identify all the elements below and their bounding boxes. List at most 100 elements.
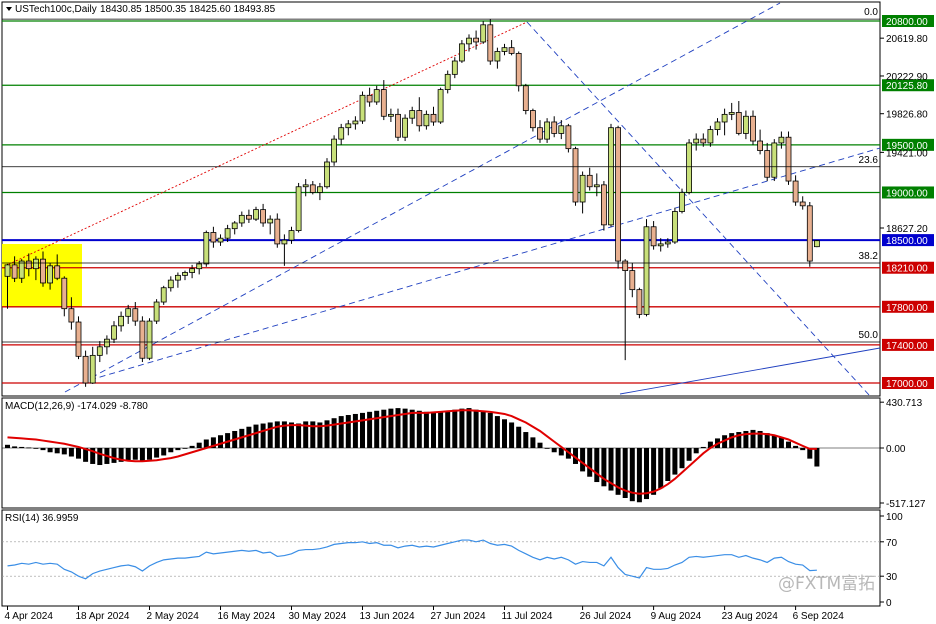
macd-axis-label: 0.00 xyxy=(886,444,906,455)
macd-histogram-bar xyxy=(147,448,152,460)
candle-body xyxy=(515,52,522,87)
macd-histogram-bar xyxy=(658,448,664,489)
trading-chart[interactable]: 20800.0020125.8019500.0019000.0018500.00… xyxy=(0,0,936,624)
date-axis-label: 6 Sep 2024 xyxy=(793,611,845,622)
candle-body xyxy=(274,218,281,245)
candle-body xyxy=(551,121,558,134)
macd-histogram-bar xyxy=(800,448,806,451)
macd-histogram-bar xyxy=(487,412,493,448)
fib-level-label: 50.0 xyxy=(859,330,879,341)
candle-body xyxy=(89,354,96,384)
macd-histogram-bar xyxy=(139,448,145,461)
macd-histogram-bar xyxy=(296,423,302,448)
candle-body xyxy=(487,24,494,62)
date-axis-label: 11 Jul 2024 xyxy=(502,611,553,622)
price-axis-label: 20222.90 xyxy=(886,72,928,83)
macd-histogram-bar xyxy=(388,408,394,448)
candle-body xyxy=(700,138,707,144)
price-level-label: 20800.00 xyxy=(886,17,928,28)
candle-body xyxy=(118,315,124,327)
macd-histogram-bar xyxy=(360,412,365,448)
candle-body xyxy=(380,89,387,117)
candle-body xyxy=(771,142,778,178)
candle-body xyxy=(721,113,728,123)
candle-body xyxy=(104,338,110,348)
candle-body xyxy=(672,211,678,243)
candle-body xyxy=(402,117,409,138)
price-level-label: 18210.00 xyxy=(886,264,928,275)
date-axis-label: 18 Apr 2024 xyxy=(76,611,130,622)
candle-body xyxy=(629,270,636,291)
date-axis-label: 4 Apr 2024 xyxy=(5,611,54,622)
price-panel xyxy=(1,1,881,397)
candle-body xyxy=(764,150,771,178)
price-axis-label: 19421.00 xyxy=(886,148,928,159)
macd-histogram-bar xyxy=(267,422,273,448)
candle-body xyxy=(444,73,451,90)
candle-body xyxy=(366,94,373,103)
candle-body xyxy=(316,186,323,193)
macd-histogram-bar xyxy=(168,448,174,453)
candle-body xyxy=(778,136,785,144)
watermark-logo: @FXTM富拓 xyxy=(778,574,875,594)
candle-body xyxy=(253,209,259,220)
macd-histogram-bar xyxy=(196,442,202,448)
date-axis-label: 30 May 2024 xyxy=(289,611,347,622)
macd-histogram-bar xyxy=(679,448,685,469)
candle-body xyxy=(111,325,117,340)
candle-body xyxy=(572,148,579,203)
candle-body xyxy=(416,110,423,127)
macd-histogram-bar xyxy=(473,409,479,448)
candle-body xyxy=(579,174,586,203)
macd-histogram-bar xyxy=(480,410,486,448)
macd-histogram-bar xyxy=(672,448,678,475)
candle-body xyxy=(160,287,167,303)
macd-histogram-bar xyxy=(793,445,799,448)
macd-histogram-bar xyxy=(516,426,522,448)
candle-body xyxy=(437,89,444,123)
macd-histogram-bar xyxy=(189,445,195,448)
macd-histogram-bar xyxy=(502,419,507,448)
macd-title: MACD(12,26,9) -174.029 -8.780 xyxy=(5,401,148,412)
candle-body xyxy=(799,201,806,207)
macd-histogram-bar xyxy=(352,413,358,448)
macd-histogram-bar xyxy=(651,448,657,495)
candle-body xyxy=(480,24,487,43)
macd-histogram-bar xyxy=(530,437,536,448)
candle-body xyxy=(643,226,650,315)
candle-body xyxy=(61,277,68,310)
candle-body xyxy=(814,240,820,248)
macd-histogram-bar xyxy=(438,411,444,448)
candle-body xyxy=(25,260,32,270)
candle-body xyxy=(395,113,401,138)
macd-histogram-bar xyxy=(125,448,131,461)
macd-histogram-bar xyxy=(40,448,46,451)
macd-histogram-bar xyxy=(161,448,167,456)
candle-body xyxy=(189,268,196,273)
macd-histogram-bar xyxy=(750,429,756,448)
macd-histogram-bar xyxy=(367,411,373,448)
macd-histogram-bar xyxy=(537,442,543,448)
macd-histogram-bar xyxy=(331,418,337,448)
candle-body xyxy=(231,222,238,230)
candle-body xyxy=(345,123,352,129)
rsi-title: RSI(14) 36.9959 xyxy=(5,513,79,524)
candle-body xyxy=(139,320,146,359)
candle-body xyxy=(47,265,53,284)
macd-histogram-bar xyxy=(665,448,671,481)
rsi-axis-label: 100 xyxy=(886,512,903,523)
date-axis-label: 23 Aug 2024 xyxy=(722,611,779,622)
macd-histogram-bar xyxy=(175,448,181,451)
candle-body xyxy=(281,239,288,245)
candle-body xyxy=(750,115,756,142)
candle-body xyxy=(707,129,714,144)
macd-histogram-bar xyxy=(246,426,252,448)
candle-body xyxy=(636,289,643,315)
rsi-axis-label: 30 xyxy=(886,572,898,583)
candle-body xyxy=(608,127,614,226)
candle-body xyxy=(288,230,295,241)
candle-body xyxy=(530,110,536,129)
candle-body xyxy=(430,113,437,123)
candle-body xyxy=(792,180,799,203)
date-axis-label: 16 May 2024 xyxy=(218,611,276,622)
